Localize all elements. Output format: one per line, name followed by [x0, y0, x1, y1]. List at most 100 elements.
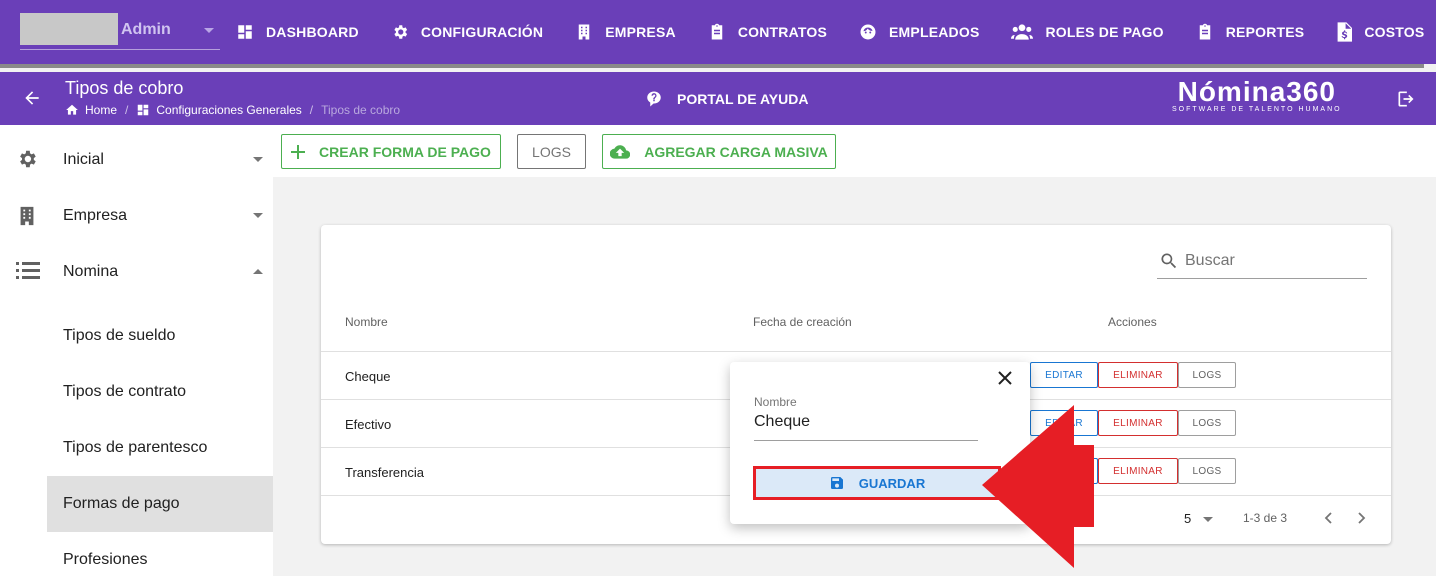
sidebar-item-tipos-de-parentesco[interactable]: Tipos de parentesco — [47, 420, 273, 476]
close-icon[interactable] — [998, 371, 1012, 385]
clipboard-icon — [711, 23, 723, 40]
breadcrumb-separator: / — [309, 103, 314, 117]
home-icon — [66, 104, 78, 115]
clipboard-icon — [1199, 23, 1210, 40]
help-icon — [647, 91, 661, 107]
face-icon — [860, 24, 876, 40]
save-button[interactable]: GUARDAR — [753, 466, 1001, 500]
plus-icon — [291, 144, 306, 159]
rows-per-page-select[interactable]: 5 — [1184, 511, 1213, 526]
divider — [321, 351, 1391, 352]
row-logs-button[interactable]: LOGS — [1178, 410, 1236, 436]
cell-nombre: Transferencia — [345, 465, 424, 480]
nav-label: COSTOS — [1364, 24, 1425, 40]
top-navbar: Admin DASHBOARD CONFIGURACIÓN EMPRESA CO… — [0, 0, 1436, 68]
column-header-acciones: Acciones — [1108, 315, 1157, 329]
nav-dashboard[interactable]: DASHBOARD — [236, 0, 375, 64]
save-button-content: GUARDAR — [829, 475, 925, 491]
column-header-fecha[interactable]: Fecha de creación — [753, 315, 852, 329]
nav-costos[interactable]: COSTOS — [1320, 0, 1436, 64]
chevron-down-icon — [204, 28, 214, 33]
page-header: Tipos de cobro Home / Configuraciones Ge… — [0, 72, 1436, 125]
group-icon — [1011, 24, 1034, 40]
building-icon — [578, 24, 590, 40]
brand-tagline: SOFTWARE DE TALENTO HUMANO — [1172, 106, 1342, 113]
logout-icon[interactable] — [1396, 89, 1416, 109]
save-label: GUARDAR — [858, 475, 926, 491]
floppy-disk-icon — [830, 477, 843, 489]
brand-logo: Nómina360 SOFTWARE DE TALENTO HUMANO — [1172, 76, 1342, 113]
sidebar-item-profesiones[interactable]: Profesiones — [47, 532, 273, 576]
search-input[interactable]: Buscar — [1157, 244, 1367, 279]
breadcrumb-home[interactable]: Home — [85, 103, 117, 117]
nav-label: DASHBOARD — [266, 24, 359, 40]
nav-reportes[interactable]: REPORTES — [1180, 0, 1321, 64]
chevron-down-icon — [253, 213, 263, 218]
breadcrumb-configuraciones[interactable]: Configuraciones Generales — [156, 103, 301, 117]
help-portal-link[interactable]: PORTAL DE AYUDA — [645, 90, 808, 108]
user-menu[interactable]: Admin — [20, 13, 220, 50]
search-icon — [1161, 253, 1177, 269]
sidebar-group-nomina[interactable]: Nomina — [0, 244, 273, 300]
nav-label: CONTRATOS — [737, 24, 827, 40]
building-icon — [20, 206, 34, 226]
cell-nombre: Efectivo — [345, 417, 392, 432]
nav-label: REPORTES — [1225, 24, 1305, 40]
logs-button[interactable]: LOGS — [517, 134, 586, 169]
nav-configuracion[interactable]: CONFIGURACIÓN — [375, 0, 559, 64]
sidebar-group-label: Nomina — [63, 263, 119, 280]
nav-empresa[interactable]: EMPRESA — [559, 0, 692, 64]
row-logs-button[interactable]: LOGS — [1178, 362, 1236, 388]
page-range: 1-3 de 3 — [1243, 511, 1288, 525]
brand-name: Nómina360 — [1177, 76, 1336, 107]
sidebar-group-empresa[interactable]: Empresa — [0, 188, 273, 244]
nav-label: EMPRESA — [605, 24, 676, 40]
user-name: Admin — [121, 21, 171, 38]
sidebar-group-label: Inicial — [63, 151, 104, 168]
nav-roles-de-pago[interactable]: ROLES DE PAGO — [995, 0, 1179, 64]
nav-label: EMPLEADOS — [889, 24, 980, 40]
delete-button[interactable]: ELIMINAR — [1098, 410, 1178, 436]
breadcrumb-current: Tipos de cobro — [321, 103, 401, 117]
nav-label: CONFIGURACIÓN — [420, 24, 544, 40]
page-title: Tipos de cobro — [65, 78, 184, 98]
main-nav: DASHBOARD CONFIGURACIÓN EMPRESA CONTRATO… — [236, 0, 1436, 64]
invoice-icon — [1337, 22, 1353, 42]
delete-button[interactable]: ELIMINAR — [1098, 458, 1178, 484]
name-field-label: Nombre — [754, 395, 797, 409]
action-toolbar: CREAR FORMA DE PAGO LOGS AGREGAR CARGA M… — [273, 125, 1436, 177]
search-placeholder: Buscar — [1185, 252, 1235, 269]
rows-per-page-value: 5 — [1184, 511, 1192, 526]
sidebar-item-formas-de-pago[interactable]: Formas de pago — [47, 476, 273, 532]
sidebar: Inicial Empresa Nomina Tipos de sueldo T… — [0, 125, 273, 576]
breadcrumb-separator: / — [125, 103, 129, 117]
button-label: AGREGAR CARGA MASIVA — [644, 143, 828, 160]
gear-icon — [394, 25, 407, 39]
cell-nombre: Cheque — [345, 369, 391, 384]
chevron-left-icon[interactable] — [1323, 512, 1335, 524]
sidebar-item-tipos-de-contrato[interactable]: Tipos de contrato — [47, 364, 273, 420]
help-label: PORTAL DE AYUDA — [677, 91, 809, 107]
nav-empleados[interactable]: EMPLEADOS — [843, 0, 995, 64]
nav-contratos[interactable]: CONTRATOS — [692, 0, 843, 64]
column-header-nombre[interactable]: Nombre — [345, 315, 388, 329]
loading-bar — [0, 64, 1424, 68]
button-label: CREAR FORMA DE PAGO — [319, 143, 491, 160]
create-payment-method-button[interactable]: CREAR FORMA DE PAGO — [281, 134, 501, 169]
dashboard-icon — [238, 25, 252, 39]
chevron-down-icon — [1202, 517, 1213, 523]
chevron-right-icon[interactable] — [1355, 512, 1367, 524]
bulk-upload-button[interactable]: AGREGAR CARGA MASIVA — [602, 134, 836, 169]
sidebar-item-tipos-de-sueldo[interactable]: Tipos de sueldo — [47, 308, 273, 364]
input-underline — [754, 440, 978, 441]
nav-label: ROLES DE PAGO — [1045, 24, 1164, 40]
row-logs-button[interactable]: LOGS — [1178, 458, 1236, 484]
delete-button[interactable]: ELIMINAR — [1098, 362, 1178, 388]
edit-button[interactable]: EDITAR — [1030, 362, 1098, 388]
name-field[interactable]: Cheque — [754, 413, 810, 431]
avatar — [20, 13, 118, 45]
back-arrow-icon[interactable] — [22, 88, 42, 108]
cloud-upload-icon — [610, 144, 631, 159]
sidebar-group-inicial[interactable]: Inicial — [0, 132, 273, 188]
dashboard-icon — [138, 104, 149, 116]
